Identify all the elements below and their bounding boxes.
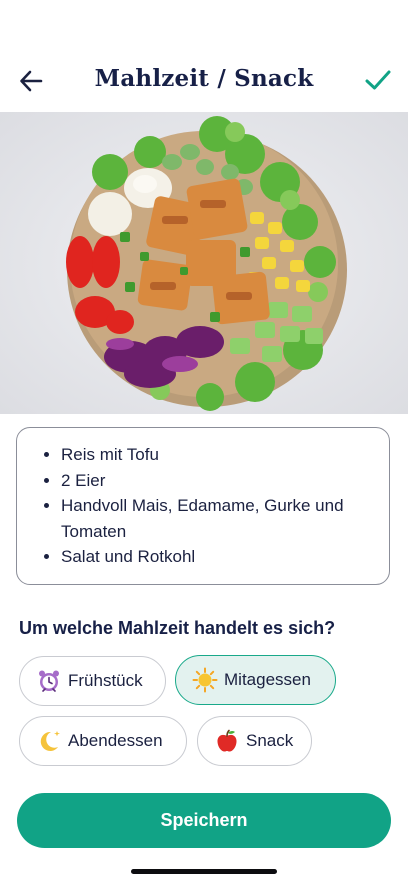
save-button[interactable]: Speichern — [17, 793, 391, 848]
moon-icon — [36, 728, 62, 754]
ingredient-list: Reis mit Tofu 2 Eier Handvoll Mais, Edam… — [39, 442, 373, 570]
list-item: Reis mit Tofu — [61, 442, 373, 468]
chip-snack[interactable]: Snack — [197, 716, 312, 766]
list-item: Handvoll Mais, Edamame, Gurke und Tomate… — [61, 493, 373, 544]
food-bowl-photo — [0, 112, 408, 414]
meal-photo[interactable] — [0, 112, 408, 414]
chip-mitagessen[interactable]: Mitagessen — [175, 655, 336, 705]
chip-label: Abendessen — [68, 731, 163, 750]
top-bar: Mahlzeit / Snack — [0, 56, 408, 104]
meal-description[interactable]: Reis mit Tofu 2 Eier Handvoll Mais, Edam… — [16, 427, 390, 585]
meal-type-question: Um welche Mahlzeit handelt es sich? — [19, 618, 336, 638]
list-item: Salat und Rotkohl — [61, 544, 373, 570]
home-indicator[interactable] — [131, 869, 277, 874]
chip-fruehstueck[interactable]: Frühstück — [19, 656, 166, 706]
confirm-button[interactable] — [362, 64, 394, 96]
alarm-clock-icon — [36, 668, 62, 694]
chip-label: Mitagessen — [224, 670, 311, 689]
chip-abendessen[interactable]: Abendessen — [19, 716, 187, 766]
list-item: 2 Eier — [61, 468, 373, 494]
chip-label: Frühstück — [68, 671, 143, 690]
checkmark-icon — [365, 70, 391, 90]
chip-label: Snack — [246, 731, 294, 750]
apple-icon — [214, 728, 240, 754]
page-title: Mahlzeit / Snack — [94, 65, 314, 92]
sun-icon — [192, 667, 218, 693]
